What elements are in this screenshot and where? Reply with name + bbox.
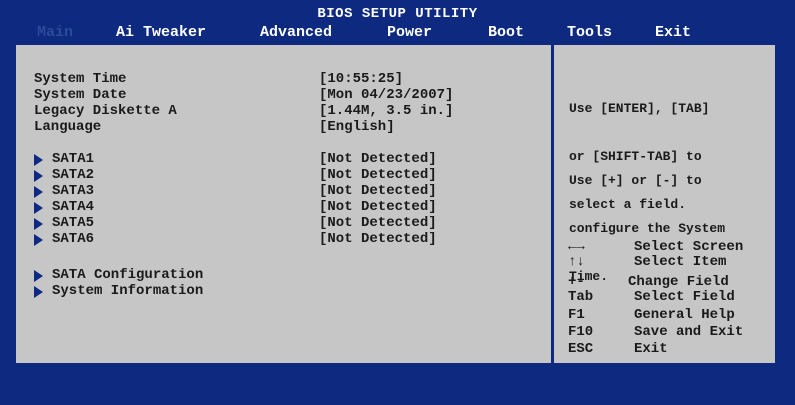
submenu-label: System Information	[52, 283, 204, 299]
menu-main[interactable]: Main	[37, 24, 73, 41]
sata-item-6[interactable]: SATA6 [Not Detected]	[34, 231, 437, 247]
help-line: Use [+] or [-] to	[569, 173, 702, 188]
key-label: Tab	[568, 289, 594, 305]
submenu-arrow-icon	[34, 234, 43, 246]
menu-boot[interactable]: Boot	[488, 24, 524, 41]
submenu-arrow-icon	[34, 170, 43, 182]
sata-item-4[interactable]: SATA4 [Not Detected]	[34, 199, 437, 215]
menu-ai-tweaker[interactable]: Ai Tweaker	[116, 24, 206, 41]
key-row-select-item: ↑↓ Select Item	[568, 254, 726, 270]
sata-item-3[interactable]: SATA3 [Not Detected]	[34, 183, 437, 199]
menu-advanced[interactable]: Advanced	[260, 24, 332, 41]
sata-item-5[interactable]: SATA5 [Not Detected]	[34, 215, 437, 231]
sata-status: [Not Detected]	[319, 199, 437, 215]
sata-label: SATA3	[52, 183, 95, 199]
sata-status: [Not Detected]	[319, 215, 437, 231]
submenu-arrow-icon	[34, 186, 43, 198]
title-bar: BIOS SETUP UTILITY Main Ai Tweaker Advan…	[0, 0, 795, 44]
key-action: Select Item	[634, 254, 727, 270]
sata-label: SATA4	[52, 199, 95, 215]
setting-value[interactable]: [10:55:25]	[319, 71, 403, 87]
sata-label: SATA2	[52, 167, 95, 183]
setting-language[interactable]: Language [English]	[34, 119, 395, 135]
sata-status: [Not Detected]	[319, 183, 437, 199]
sata-label: SATA1	[52, 151, 95, 167]
setting-value[interactable]: [English]	[319, 119, 395, 135]
setting-system-date[interactable]: System Date [Mon 04/23/2007]	[34, 87, 453, 103]
submenu-arrow-icon	[34, 286, 43, 298]
sata-status: [Not Detected]	[319, 231, 437, 247]
sata-item-2[interactable]: SATA2 [Not Detected]	[34, 167, 437, 183]
left-right-arrows-icon: ←→	[568, 239, 585, 255]
bios-screen: BIOS SETUP UTILITY Main Ai Tweaker Advan…	[0, 0, 795, 376]
key-action: Change Field	[628, 274, 729, 290]
key-row-change-field: +- Change Field	[568, 274, 729, 290]
submenu-arrow-icon	[34, 154, 43, 166]
setting-label: Legacy Diskette A	[34, 103, 177, 119]
key-label: F10	[568, 324, 594, 340]
setting-value[interactable]: [Mon 04/23/2007]	[319, 87, 453, 103]
setting-label: System Date	[34, 87, 127, 103]
help-line: Use [ENTER], [TAB]	[569, 101, 710, 116]
key-row-exit: ESC Exit	[568, 341, 668, 357]
submenu-system-information[interactable]: System Information	[34, 283, 203, 299]
setting-label: System Time	[34, 71, 127, 87]
key-action: Save and Exit	[634, 324, 744, 340]
menu-exit[interactable]: Exit	[655, 24, 691, 41]
up-down-arrows-icon: ↑↓	[568, 254, 585, 270]
submenu-arrow-icon	[34, 202, 43, 214]
utility-title: BIOS SETUP UTILITY	[317, 6, 478, 22]
sata-status: [Not Detected]	[319, 167, 437, 183]
key-action: General Help	[634, 307, 735, 323]
submenu-sata-configuration[interactable]: SATA Configuration	[34, 267, 203, 283]
menu-tools[interactable]: Tools	[567, 24, 612, 41]
key-row-select-screen: ←→ Select Screen	[568, 239, 743, 255]
sata-item-1[interactable]: SATA1 [Not Detected]	[34, 151, 437, 167]
submenu-label: SATA Configuration	[52, 267, 204, 283]
key-label: +-	[568, 274, 585, 290]
key-action: Select Screen	[634, 239, 744, 255]
submenu-arrow-icon	[34, 218, 43, 230]
menu-power[interactable]: Power	[387, 24, 432, 41]
key-row-general-help: F1 General Help	[568, 307, 735, 323]
setting-legacy-diskette-a[interactable]: Legacy Diskette A [1.44M, 3.5 in.]	[34, 103, 453, 119]
submenu-arrow-icon	[34, 270, 43, 282]
setting-system-time[interactable]: System Time [10:55:25]	[34, 71, 403, 87]
key-action: Select Field	[634, 289, 735, 305]
key-row-save-exit: F10 Save and Exit	[568, 324, 743, 340]
main-panel: System Time [10:55:25] System Date [Mon …	[14, 43, 777, 365]
sata-label: SATA6	[52, 231, 95, 247]
setting-label: Language	[34, 119, 102, 135]
main-menu: Main Ai Tweaker Advanced Power Boot Tool…	[0, 24, 795, 42]
key-row-select-field: Tab Select Field	[568, 289, 735, 305]
sata-label: SATA5	[52, 215, 95, 231]
key-label: ESC	[568, 341, 594, 357]
setting-value[interactable]: [1.44M, 3.5 in.]	[319, 103, 453, 119]
help-line: configure the System	[569, 221, 726, 236]
panel-divider	[551, 45, 554, 363]
sata-status: [Not Detected]	[319, 151, 437, 167]
key-action: Exit	[634, 341, 668, 357]
key-label: F1	[568, 307, 585, 323]
